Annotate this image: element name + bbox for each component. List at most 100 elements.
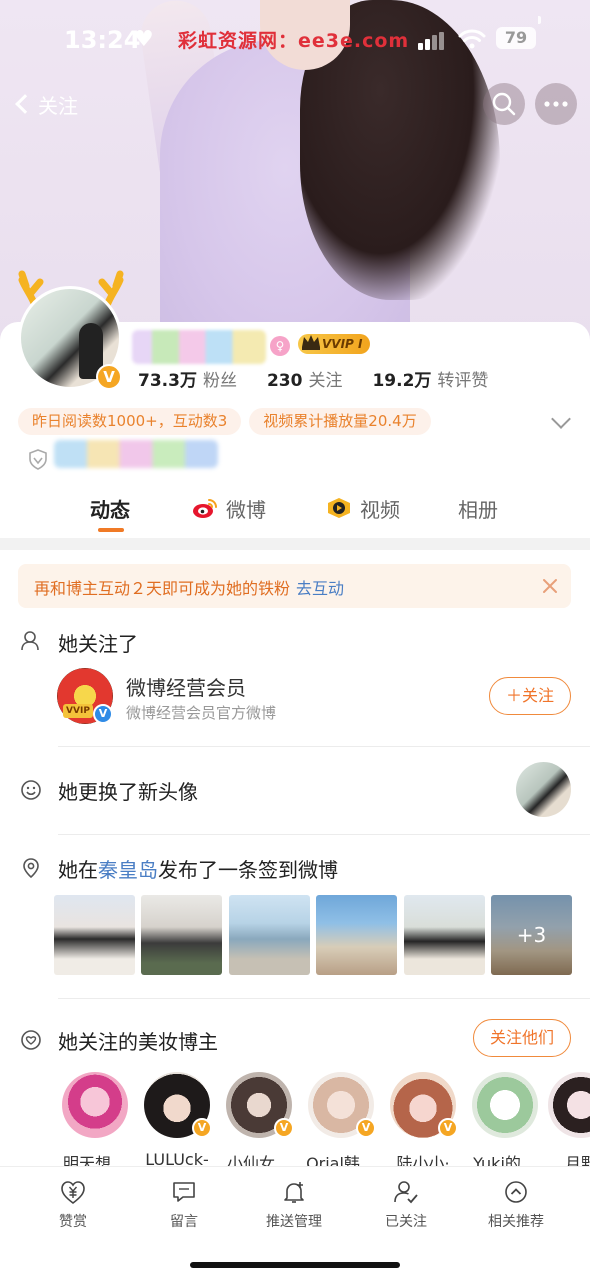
vvip-mini-badge: VVIP [63, 704, 93, 718]
stat-label: 转评赞 [437, 371, 489, 391]
interaction-banner: 再和博主互动２天即可成为她的铁粉 去互动 [18, 564, 571, 608]
tab-label: 微博 [226, 497, 266, 522]
search-icon [492, 92, 516, 116]
checkin-photo[interactable] [54, 895, 135, 975]
blogger-item[interactable]: V LULUck- [136, 1072, 218, 1169]
vvip-label: VVIP I [322, 337, 363, 351]
blogger-item[interactable]: V 小仙女… [218, 1072, 300, 1172]
blue-verified-icon: V [93, 704, 113, 724]
checkin-photo[interactable] [403, 895, 485, 975]
verified-badge-icon: V [356, 1118, 376, 1138]
feed-separator [58, 834, 590, 835]
checkin-photo[interactable] [141, 895, 223, 975]
checkin-photo[interactable] [316, 895, 398, 975]
video-icon [328, 498, 350, 518]
banner-text: 再和博主互动２天即可成为她的铁粉 去互动 [34, 575, 344, 599]
stat-label: 关注 [308, 371, 343, 391]
tab-album[interactable]: 相册 [458, 490, 498, 526]
tab-video[interactable]: 视频 [326, 490, 400, 526]
tag-reading-stats[interactable]: 昨日阅读数1000+，互动数3 [18, 408, 242, 435]
cellular-signal-icon [418, 32, 444, 50]
tag-video-views[interactable]: 视频累计播放量20.4万 [249, 408, 431, 435]
profile-stats: 73.3万 粉丝 230 关注 19.2万 转评赞 [138, 366, 518, 391]
vvip-badge[interactable]: VVIP I [298, 334, 370, 354]
home-indicator [190, 1262, 400, 1268]
blogger-item[interactable]: 明天想… [60, 1072, 136, 1172]
watermark-text: 彩虹资源网：ee3e.com [178, 30, 410, 52]
section-title-bloggers: 她关注的美妆博主 [58, 1030, 218, 1054]
bottom-label: 推送管理 [266, 1214, 322, 1230]
more-dots-icon [544, 101, 568, 107]
tab-label: 相册 [458, 497, 498, 522]
bio-blurred [54, 440, 218, 468]
back-button[interactable]: 关注 [14, 88, 78, 120]
chevron-up-circle-icon [505, 1181, 527, 1203]
battery-indicator: 79 [496, 27, 536, 49]
yuan-icon [61, 1181, 85, 1205]
tab-weibo[interactable]: 微博 [192, 490, 266, 526]
blogger-item[interactable]: 月野 [540, 1072, 590, 1172]
stat-label: 粉丝 [202, 371, 237, 391]
checkin-suffix: 发布了一条签到微博 [158, 858, 338, 882]
blogger-avatar: V [144, 1072, 212, 1138]
blogger-avatar: V [308, 1072, 376, 1138]
tab-feed[interactable]: 动态 [90, 490, 130, 526]
crown-icon [302, 335, 320, 350]
stat-followers[interactable]: 73.3万 粉丝 [138, 366, 237, 391]
feed-separator [58, 746, 590, 747]
new-avatar-thumbnail[interactable] [516, 762, 571, 817]
search-button[interactable] [483, 83, 525, 125]
followed-account-name[interactable]: 微博经营会员 [126, 672, 246, 701]
tab-label: 动态 [90, 497, 130, 522]
message-icon [173, 1182, 195, 1202]
stat-interactions[interactable]: 19.2万 转评赞 [372, 366, 488, 391]
followed-account-desc: 微博经营会员官方微博 [126, 704, 277, 722]
close-icon[interactable] [540, 576, 560, 596]
stat-following[interactable]: 230 关注 [267, 366, 343, 391]
blogger-avatar: V [390, 1072, 458, 1138]
battery-level: 79 [504, 28, 528, 47]
active-tab-indicator [98, 528, 124, 532]
section-divider [0, 538, 590, 550]
heart-outline-icon [21, 1030, 41, 1050]
banner-interact-link[interactable]: 去互动 [296, 579, 344, 598]
checkin-photo[interactable] [228, 895, 310, 975]
smiley-icon [21, 780, 41, 800]
status-bar: 13:24 ♥ 彩虹资源网：ee3e.com 79 [0, 18, 590, 62]
verified-badge-icon: V [274, 1118, 294, 1138]
follow-button[interactable]: ＋关注 [489, 677, 571, 715]
section-title-checkin: 她在秦皇岛发布了一条签到微博 [58, 854, 338, 883]
back-label: 关注 [38, 93, 78, 118]
user-check-icon [394, 1181, 418, 1204]
related-recommend-button[interactable]: 相关推荐 [466, 1179, 566, 1231]
bell-icon [284, 1182, 304, 1203]
stat-value: 230 [266, 371, 303, 391]
bottom-label: 已关注 [385, 1214, 427, 1230]
tip-button[interactable]: 赞赏 [23, 1179, 123, 1231]
checkin-place-link[interactable]: 秦皇岛 [98, 858, 158, 882]
location-pin-icon [23, 858, 39, 879]
blogger-item[interactable]: V Orial韩… [300, 1072, 382, 1172]
bottom-label: 相关推荐 [488, 1214, 544, 1230]
checkin-prefix: 她在 [58, 858, 98, 882]
section-title-followed: 她关注了 [58, 632, 138, 656]
more-button[interactable] [535, 83, 577, 125]
blogger-avatar [548, 1072, 590, 1138]
checkin-photo-row: +3 [54, 895, 572, 975]
blogger-item[interactable]: Yuki的… [464, 1072, 546, 1172]
follow-all-button[interactable]: 关注他们 [473, 1019, 571, 1057]
message-button[interactable]: 留言 [134, 1179, 234, 1231]
wifi-icon [458, 29, 486, 49]
feed-separator [58, 998, 590, 999]
checkin-photo-more[interactable]: +3 [490, 895, 572, 975]
more-photos-count: +3 [490, 895, 572, 975]
following-status-button[interactable]: 已关注 [356, 1179, 456, 1231]
blogger-avatar [62, 1072, 128, 1138]
followed-account-avatar[interactable]: VVIP V [57, 668, 113, 724]
section-title-avatar-change: 她更换了新头像 [58, 780, 198, 804]
verified-badge-icon: V [192, 1118, 212, 1138]
push-settings-button[interactable]: 推送管理 [244, 1179, 344, 1231]
blogger-item[interactable]: V 陆小小· [382, 1072, 464, 1172]
status-time: 13:24 [64, 26, 141, 54]
weibo-icon [193, 499, 217, 518]
